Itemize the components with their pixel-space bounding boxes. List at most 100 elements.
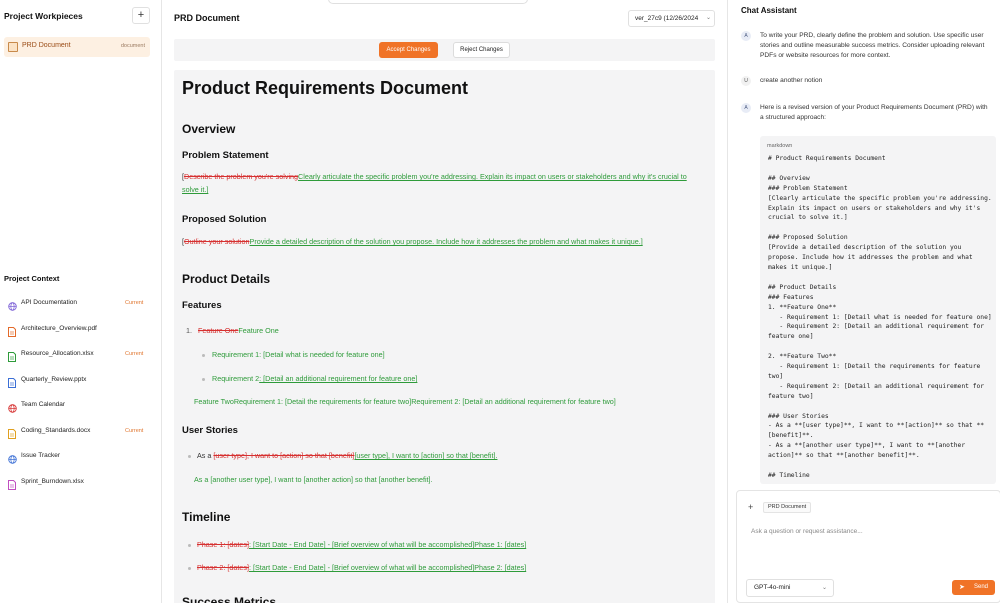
inserted-text: : [Start Date - End Date] - [Brief overv…: [248, 540, 527, 549]
user-avatar: U: [741, 76, 751, 86]
heading-user-stories: User Stories: [182, 425, 238, 436]
send-button[interactable]: ➤ Send: [952, 580, 995, 595]
context-item[interactable]: Team Calendar: [0, 395, 162, 421]
context-item[interactable]: API Documentation Current: [0, 293, 162, 319]
send-label: Send: [974, 584, 989, 590]
heading-problem-statement: Problem Statement: [182, 150, 269, 161]
workpiece-label: PRD Document: [22, 42, 71, 49]
requirement-1-item: Requirement 1: [Detail what is needed fo…: [212, 350, 385, 359]
context-item[interactable]: Architecture_Overview.pdf: [0, 319, 162, 345]
doc-heading-1: Product Requirements Document: [182, 78, 469, 98]
context-item[interactable]: Coding_Standards.docx Current: [0, 421, 162, 447]
bullet: [202, 354, 205, 357]
user-story-1: As a [user type], I want to [action] so …: [197, 451, 498, 460]
deleted-text: [user type], I want to [action] so that …: [213, 451, 355, 460]
spreadsheet-file-icon: [8, 477, 17, 490]
chevron-down-icon: ⌄: [821, 585, 827, 591]
inserted-text: : [Start Date - End Date] - [Brief overv…: [248, 563, 527, 572]
pdf-file-icon: [8, 324, 17, 337]
deleted-text: Outline your solution: [184, 237, 250, 246]
code-block: markdown # Product Requirements Document…: [760, 136, 996, 484]
accept-changes-button[interactable]: Accept Changes: [379, 42, 438, 58]
presentation-file-icon: [8, 375, 17, 388]
current-badge: Current: [125, 427, 144, 434]
chat-input[interactable]: [751, 524, 991, 538]
code-content: # Product Requirements Document ## Overv…: [768, 155, 992, 479]
reject-changes-button[interactable]: Reject Changes: [453, 42, 510, 58]
document-icon: [8, 42, 18, 52]
workpiece-type-tag: document: [120, 43, 145, 49]
top-search-stub[interactable]: [328, 0, 528, 4]
proposed-solution-text: [Outline your solutionProvide a detailed…: [182, 237, 643, 246]
model-value: GPT-4o-mini: [754, 584, 791, 591]
main-panel: PRD Document ver_27c9 (12/26/2024 ⌄ Acce…: [162, 0, 727, 603]
heading-proposed-solution: Proposed Solution: [182, 214, 267, 225]
document-file-icon: [8, 426, 17, 439]
chat-panel: Chat Assistant A To write your PRD, clea…: [727, 0, 1000, 603]
assistant-message: To write your PRD, clearly define the pr…: [760, 32, 985, 59]
deleted-text: Feature One: [198, 326, 239, 335]
assistant-avatar: A: [741, 31, 751, 41]
workpieces-title: Project Workpieces: [4, 11, 83, 21]
user-message: create another notion: [760, 77, 823, 84]
inserted-text: Feature One: [238, 326, 279, 335]
bullet: [188, 455, 191, 458]
current-badge: Current: [125, 351, 144, 357]
user-story-2: As a [another user type], I want to [ano…: [194, 475, 433, 484]
chat-title: Chat Assistant: [741, 6, 797, 15]
version-value: ver_27c9 (12/26/2024: [635, 15, 699, 22]
context-item-name: Coding_Standards.docx: [21, 426, 91, 434]
deleted-text: Phase 2: [dates]: [197, 563, 249, 572]
attach-context-button[interactable]: +: [748, 502, 753, 512]
assistant-message: Here is a revised version of your Produc…: [760, 104, 988, 121]
context-item-name: Team Calendar: [21, 401, 66, 408]
context-item[interactable]: Resource_Allocation.xlsx Current: [0, 344, 162, 370]
globe-icon: [8, 298, 17, 311]
version-select[interactable]: ver_27c9 (12/26/2024 ⌄: [628, 10, 715, 27]
chat-composer: + PRD Document GPT-4o-mini ⌄ ➤ Send: [736, 490, 1000, 603]
document-editor[interactable]: Product Requirements Document Overview P…: [174, 70, 715, 603]
send-icon: ➤: [959, 584, 965, 591]
deleted-text: Describe the problem you're solving: [184, 172, 299, 181]
bullet: [188, 544, 191, 547]
context-item-name: API Documentation: [21, 299, 78, 306]
heading-product-details: Product Details: [182, 272, 271, 286]
context-list: API Documentation Current Architecture_Ove…: [0, 293, 162, 497]
inserted-text: : [Detail an additional requirement for …: [259, 374, 418, 383]
context-item[interactable]: Sprint_Burndown.xlsx: [0, 472, 162, 498]
context-item-name: Quarterly_Review.pptx: [21, 375, 87, 383]
timeline-phase-2: Phase 2: [dates]: [Start Date - End Date…: [197, 561, 526, 574]
feature-one-item: 1. Feature OneFeature One: [186, 326, 279, 335]
context-item[interactable]: Issue Tracker: [0, 446, 162, 472]
assistant-avatar: A: [741, 103, 751, 113]
bullet: [202, 378, 205, 381]
requirement-2-item: Requirement 2: [Detail an additional req…: [212, 374, 418, 383]
context-item-name: Architecture_Overview.pdf: [21, 324, 97, 332]
workpiece-prd-document[interactable]: PRD Document document: [4, 37, 150, 57]
timeline-phase-1: Phase 1: [dates]: [Start Date - End Date…: [197, 538, 526, 551]
code-language-label: markdown: [767, 143, 793, 149]
inserted-text: Provide a detailed description of the so…: [249, 237, 643, 246]
heading-features: Features: [182, 300, 222, 311]
problem-statement-text: [Describe the problem you're solvingClea…: [182, 172, 687, 194]
deleted-text: Phase 1: [dates]: [197, 540, 249, 549]
project-sidebar: Project Workpieces + PRD Document docume…: [0, 0, 162, 603]
context-item[interactable]: Quarterly_Review.pptx: [0, 370, 162, 396]
context-chip[interactable]: PRD Document: [763, 502, 812, 513]
inserted-text: [user type], I want to [action] so that …: [354, 451, 498, 460]
feature-two-line: Feature TwoRequirement 1: [Detail the re…: [194, 397, 616, 406]
heading-overview: Overview: [182, 122, 236, 136]
page-title: PRD Document: [174, 13, 240, 23]
current-badge: Current: [125, 300, 144, 306]
context-item-name: Resource_Allocation.xlsx: [21, 350, 94, 357]
globe-icon: [8, 451, 17, 464]
add-workpiece-button[interactable]: +: [132, 7, 150, 24]
context-title: Project Context: [4, 274, 60, 283]
chevron-down-icon: ⌄: [705, 15, 711, 21]
globe-icon: [8, 400, 17, 413]
model-select[interactable]: GPT-4o-mini ⌄: [746, 579, 834, 597]
bullet: [188, 567, 191, 570]
heading-timeline: Timeline: [182, 510, 231, 524]
heading-success-metrics: Success Metrics: [182, 595, 277, 603]
context-item-name: Issue Tracker: [21, 452, 61, 459]
